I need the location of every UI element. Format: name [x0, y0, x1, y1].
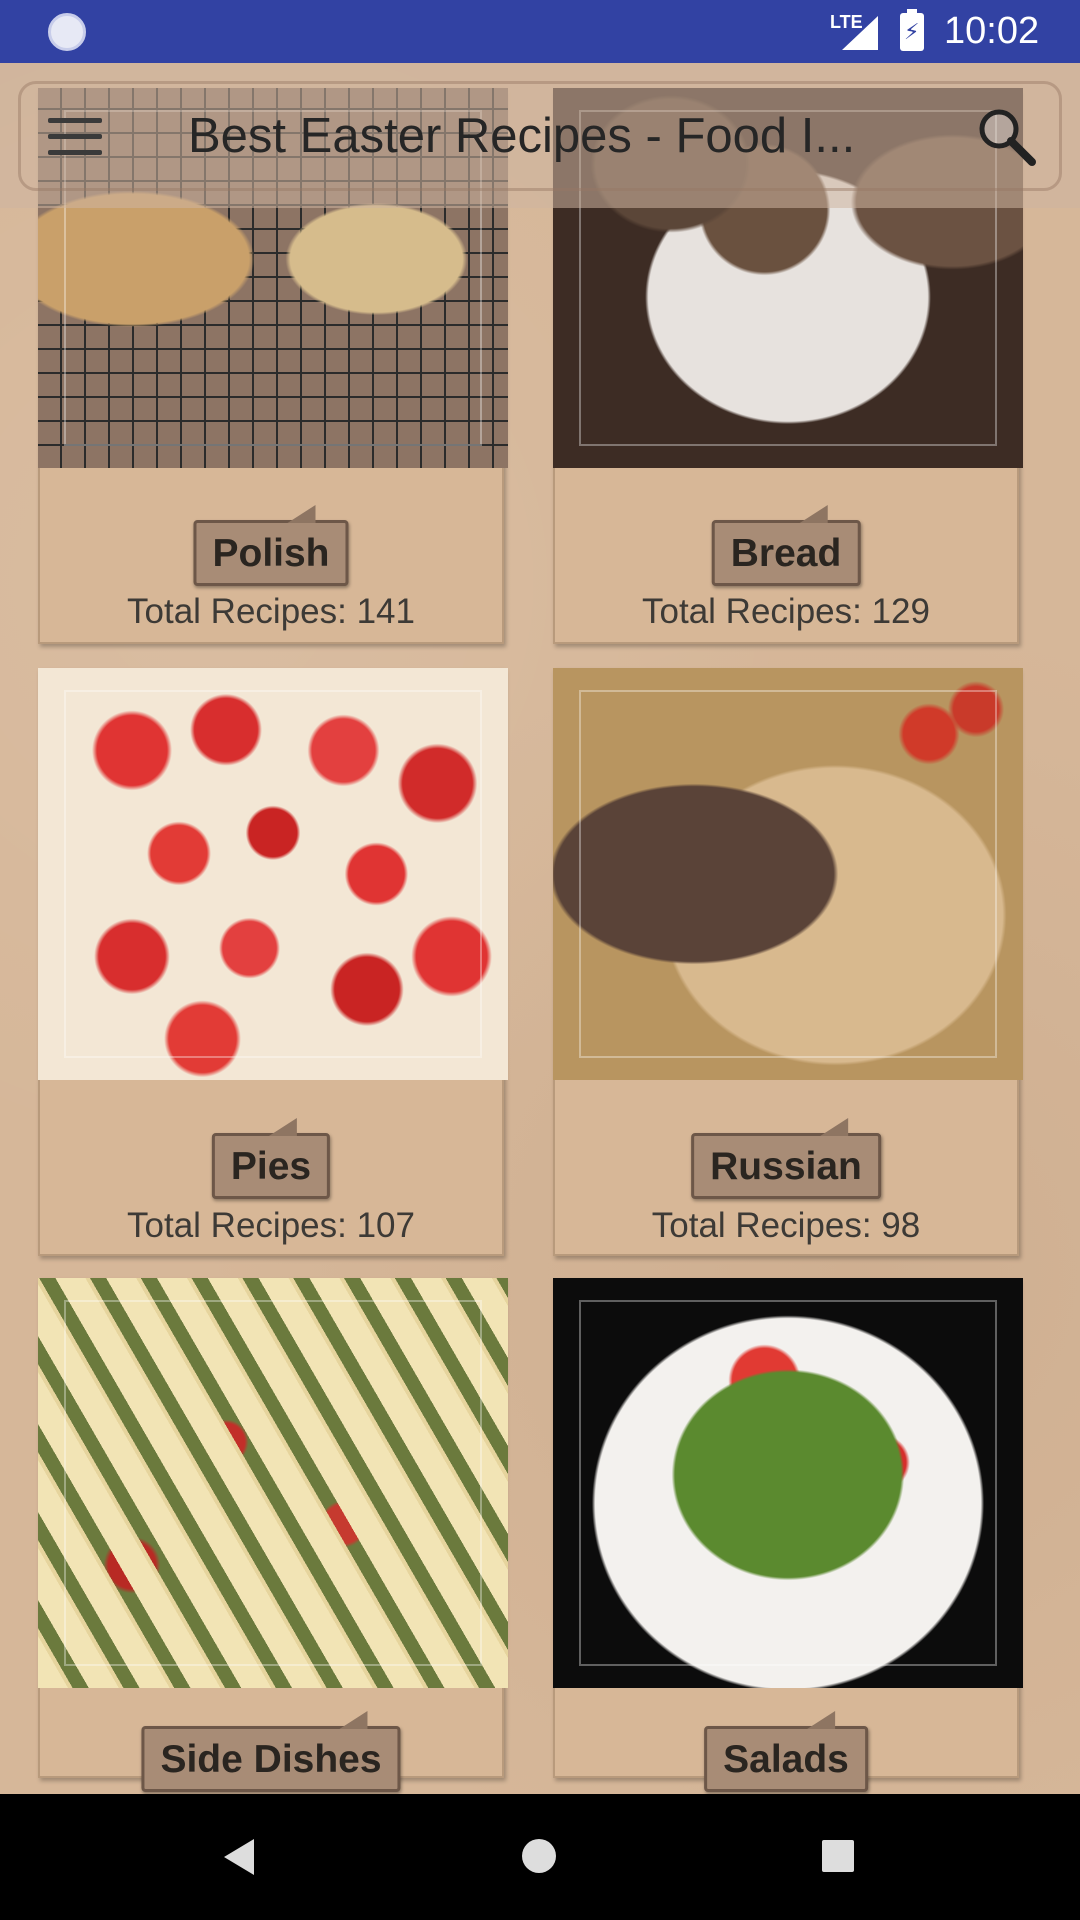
category-card-pies[interactable]: Pies Total Recipes: 107	[38, 668, 508, 1256]
category-label[interactable]: Side Dishes	[141, 1711, 401, 1792]
category-image	[38, 1278, 508, 1688]
status-bar: LTE ⚡ 10:02	[0, 0, 1080, 63]
recents-icon[interactable]	[822, 1840, 854, 1872]
recipe-count: Total Recipes: 141	[127, 592, 415, 631]
signal-icon	[842, 16, 878, 50]
search-icon[interactable]	[974, 104, 1038, 168]
back-icon[interactable]	[224, 1839, 254, 1875]
category-card-russian[interactable]: Russian Total Recipes: 98	[553, 668, 1023, 1256]
category-label[interactable]: Polish	[193, 505, 349, 586]
category-image	[553, 668, 1023, 1080]
loading-indicator-icon	[48, 13, 86, 51]
recipe-count: Total Recipes: 129	[642, 592, 930, 631]
recipe-count: Total Recipes: 98	[651, 1206, 921, 1245]
category-label[interactable]: Russian	[691, 1118, 881, 1199]
hamburger-menu-icon[interactable]	[48, 118, 102, 158]
status-time: 10:02	[944, 10, 1040, 52]
home-icon[interactable]	[522, 1839, 556, 1873]
category-label[interactable]: Salads	[704, 1711, 868, 1792]
app-title: Best Easter Recipes - Food I...	[188, 109, 856, 163]
category-image	[553, 1278, 1023, 1688]
category-card-side-dishes[interactable]: Side Dishes	[38, 1278, 508, 1792]
recipe-count: Total Recipes: 107	[127, 1206, 415, 1245]
battery-icon: ⚡	[900, 9, 924, 51]
category-card-salads[interactable]: Salads	[553, 1278, 1023, 1792]
category-label[interactable]: Bread	[711, 505, 861, 586]
category-label[interactable]: Pies	[211, 1118, 331, 1199]
category-image	[38, 668, 508, 1080]
